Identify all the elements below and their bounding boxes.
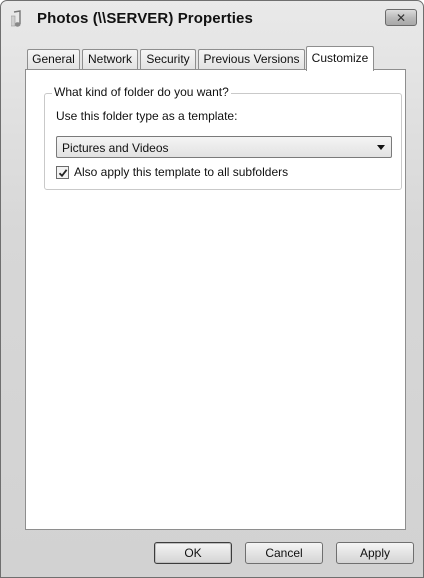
group-title: What kind of folder do you want? xyxy=(52,85,231,99)
chevron-down-icon xyxy=(377,145,385,150)
tab-security[interactable]: Security xyxy=(140,49,196,69)
apply-button[interactable]: Apply xyxy=(336,542,414,564)
checkmark-icon xyxy=(58,169,68,178)
tab-previous-versions[interactable]: Previous Versions xyxy=(198,49,305,69)
folder-type-group: What kind of folder do you want? Use thi… xyxy=(44,85,402,190)
close-button[interactable]: ✕ xyxy=(385,9,417,26)
close-icon: ✕ xyxy=(395,10,407,25)
cancel-button[interactable]: Cancel xyxy=(245,542,323,564)
tab-customize[interactable]: Customize xyxy=(306,46,374,71)
apply-subfolders-checkbox[interactable] xyxy=(56,166,69,179)
tab-network[interactable]: Network xyxy=(82,49,138,69)
customize-panel: What kind of folder do you want? Use thi… xyxy=(25,69,406,530)
tab-strip: General Network Security Previous Versio… xyxy=(27,46,407,71)
tab-general[interactable]: General xyxy=(27,49,80,69)
apply-subfolders-label[interactable]: Also apply this template to all subfolde… xyxy=(74,165,288,179)
title-bar[interactable]: Photos (\\SERVER) Properties ✕ xyxy=(1,1,423,37)
template-label: Use this folder type as a template: xyxy=(56,109,238,123)
folder-type-dropdown[interactable]: Pictures and Videos xyxy=(56,136,392,158)
window-title: Photos (\\SERVER) Properties xyxy=(37,10,253,27)
properties-window: Photos (\\SERVER) Properties ✕ General N… xyxy=(0,0,424,578)
folder-type-value: Pictures and Videos xyxy=(62,141,169,155)
folder-icon xyxy=(10,10,27,28)
ok-button[interactable]: OK xyxy=(154,542,232,564)
